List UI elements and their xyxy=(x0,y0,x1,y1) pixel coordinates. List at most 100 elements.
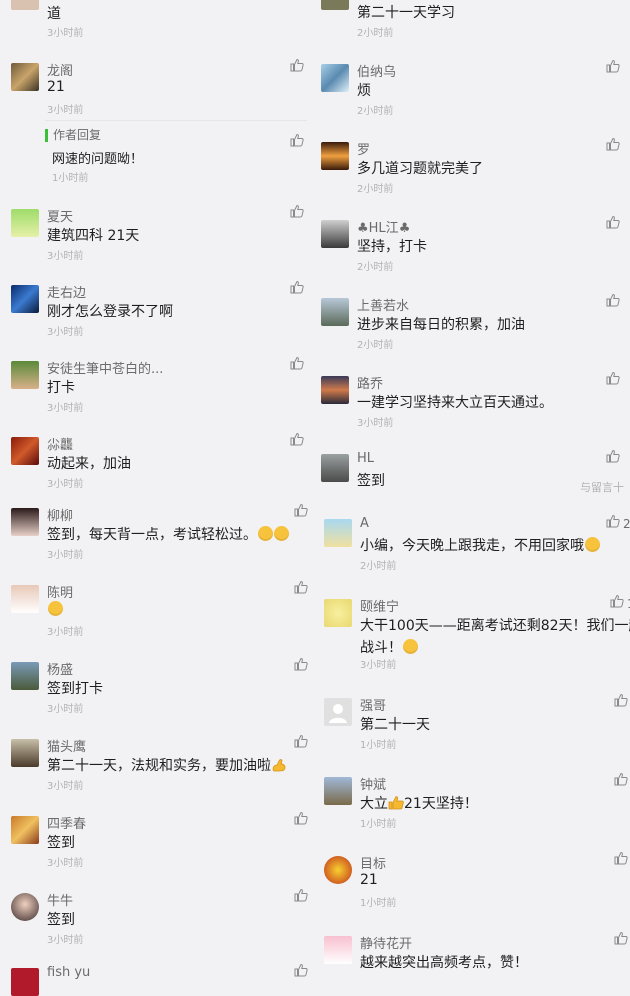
avatar[interactable] xyxy=(321,298,349,326)
commenter-name[interactable]: 杨盛 xyxy=(47,659,73,678)
avatar[interactable] xyxy=(11,285,39,313)
avatar[interactable] xyxy=(11,361,39,389)
comment-time: 3小时前 xyxy=(47,403,84,414)
commenter-name[interactable]: 颐维宁 xyxy=(360,596,399,615)
comment-time: 3小时前 xyxy=(47,327,84,338)
reply-label: 作者回复 xyxy=(45,129,101,142)
commenter-name[interactable]: 安徒生筆中苍白的... xyxy=(47,358,163,377)
like-icon[interactable] xyxy=(606,59,620,73)
like-icon[interactable] xyxy=(294,734,308,748)
like-icon[interactable] xyxy=(606,293,620,307)
avatar[interactable] xyxy=(11,893,39,921)
comment-text: 大干100天——距离考试还剩82天！我们一起 xyxy=(360,618,630,634)
comment-time: 3小时前 xyxy=(47,550,84,561)
like-icon[interactable] xyxy=(290,204,304,218)
like-icon[interactable] xyxy=(614,772,628,786)
smile-emoji-icon xyxy=(258,526,273,541)
avatar[interactable] xyxy=(11,437,39,465)
commenter-name[interactable]: 上善若水 xyxy=(357,295,409,314)
commenter-name[interactable]: 四季春 xyxy=(47,813,86,832)
avatar[interactable] xyxy=(321,64,349,92)
comment-time: 3小时前 xyxy=(47,627,84,638)
default-avatar-icon xyxy=(329,704,347,723)
club-suit-icon: ♣ xyxy=(398,221,411,236)
comment-text: 第二十一天学习 xyxy=(357,5,455,21)
avatar[interactable] xyxy=(321,0,349,10)
avatar[interactable] xyxy=(11,739,39,767)
avatar[interactable] xyxy=(11,662,39,690)
like-icon[interactable] xyxy=(294,963,308,977)
commenter-name[interactable]: 钟斌 xyxy=(360,774,386,793)
comment-time: 2小时前 xyxy=(357,262,394,273)
avatar[interactable] xyxy=(324,856,352,884)
avatar[interactable] xyxy=(11,968,39,996)
avatar[interactable] xyxy=(11,0,39,10)
avatar[interactable] xyxy=(11,585,39,613)
commenter-name[interactable]: 尛龘 xyxy=(47,434,73,453)
commenter-name[interactable]: 龙阁 xyxy=(47,60,73,79)
like-icon[interactable] xyxy=(290,356,304,370)
like-icon[interactable] xyxy=(290,280,304,294)
comment-time: 3小时前 xyxy=(47,28,84,39)
commenter-name[interactable]: A xyxy=(360,516,369,531)
comment-text: 坚持，打卡 xyxy=(357,239,427,255)
commenter-name[interactable]: 罗 xyxy=(357,139,370,158)
commenter-name[interactable]: 夏天 xyxy=(47,206,73,225)
avatar[interactable] xyxy=(324,519,352,547)
commenter-name[interactable]: 强哥 xyxy=(360,695,386,714)
commenter-name[interactable]: fish yu xyxy=(47,965,90,980)
like-icon[interactable] xyxy=(606,449,620,463)
commenter-name[interactable]: 伯纳乌 xyxy=(357,61,396,80)
avatar[interactable] xyxy=(321,376,349,404)
avatar[interactable] xyxy=(321,454,349,482)
commenter-name[interactable]: 静待花开 xyxy=(360,933,412,952)
like-icon[interactable] xyxy=(614,693,628,707)
like-icon[interactable] xyxy=(290,58,304,72)
like-icon[interactable] xyxy=(606,215,620,229)
commenter-name[interactable]: 陈明 xyxy=(47,582,73,601)
determined-face-icon xyxy=(403,639,418,654)
commenter-name[interactable]: ♣HL江♣ xyxy=(357,217,410,236)
like-icon[interactable] xyxy=(610,594,624,608)
avatar[interactable] xyxy=(321,142,349,170)
comment-time: 2小时前 xyxy=(360,561,397,572)
like-icon[interactable] xyxy=(294,811,308,825)
like-icon[interactable] xyxy=(606,514,620,528)
comment-time: 2小时前 xyxy=(357,28,394,39)
comment-text-continued: 战斗！ xyxy=(360,637,418,657)
like-icon[interactable] xyxy=(294,503,308,517)
avatar[interactable] xyxy=(324,777,352,805)
like-icon[interactable] xyxy=(614,851,628,865)
smile-emoji-icon xyxy=(48,601,63,616)
comment-text: 刚才怎么登录不了啊 xyxy=(47,304,173,320)
comment-text: 小编，今天晚上跟我走，不用回家哦 xyxy=(360,535,600,555)
like-icon[interactable] xyxy=(294,657,308,671)
avatar[interactable] xyxy=(11,209,39,237)
commenter-name[interactable]: HL xyxy=(357,451,374,466)
commenter-name[interactable]: 目标 xyxy=(360,853,386,872)
avatar[interactable] xyxy=(324,698,352,726)
commenter-name[interactable]: 柳柳 xyxy=(47,505,73,524)
left-comment-column: 道 3小时前 龙阁 21 3小时前 作者回复 网速的问题呦！ 1小时前 夏天 建… xyxy=(0,0,310,996)
comment-text: 越来越突出高频考点，赞！ xyxy=(360,955,528,971)
like-icon[interactable] xyxy=(290,133,304,147)
flexed-biceps-icon xyxy=(272,759,286,772)
commenter-name[interactable]: 走右边 xyxy=(47,282,86,301)
avatar[interactable] xyxy=(11,508,39,536)
commenter-name[interactable]: 路乔 xyxy=(357,373,383,392)
commenter-name[interactable]: 牛牛 xyxy=(47,890,73,909)
avatar[interactable] xyxy=(11,816,39,844)
avatar[interactable] xyxy=(11,63,39,91)
like-icon[interactable] xyxy=(614,931,628,945)
like-icon[interactable] xyxy=(294,580,308,594)
avatar[interactable] xyxy=(324,936,352,964)
like-icon[interactable] xyxy=(290,432,304,446)
like-icon[interactable] xyxy=(606,137,620,151)
commenter-name[interactable]: 猫头鹰 xyxy=(47,736,86,755)
author-reply: 作者回复 网速的问题呦！ 1小时前 xyxy=(45,120,307,184)
like-icon[interactable] xyxy=(294,888,308,902)
avatar[interactable] xyxy=(324,599,352,627)
comment-time: 3小时前 xyxy=(47,704,84,715)
like-icon[interactable] xyxy=(606,371,620,385)
avatar[interactable] xyxy=(321,220,349,248)
